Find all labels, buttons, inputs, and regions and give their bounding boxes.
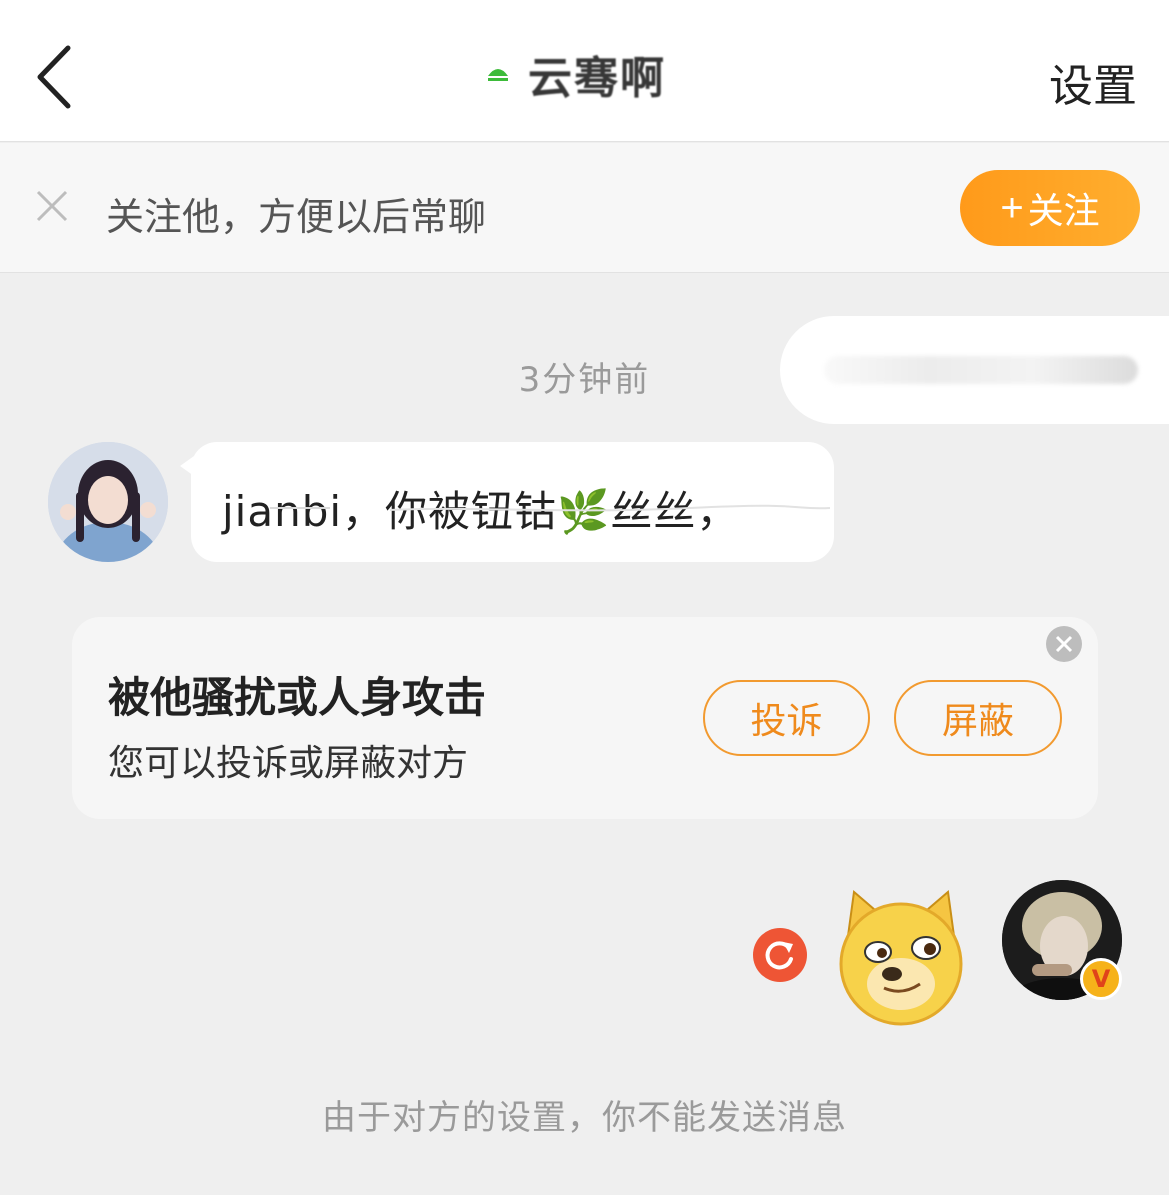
- close-card-button[interactable]: [1046, 626, 1082, 662]
- follow-button-label: 关注: [1027, 190, 1100, 231]
- chevron-left-icon: [37, 45, 71, 109]
- online-status-icon: [488, 69, 508, 81]
- follow-prompt: 关注他，方便以后常聊: [106, 195, 487, 239]
- card-subtitle: 您可以投诉或屏蔽对方: [108, 743, 469, 784]
- back-button[interactable]: [30, 42, 80, 112]
- block-button[interactable]: 屏蔽: [894, 680, 1062, 756]
- plus-icon: +: [1000, 185, 1024, 230]
- contact-name: 云骞啊: [528, 53, 666, 104]
- chat-page: 云骞啊 设置 关注他，方便以后常聊 + 关注 3分钟前 jianbi，你被钮钴🌿…: [0, 0, 1169, 1195]
- chat-title: 云骞啊: [484, 44, 666, 104]
- nav-header: 云骞啊 设置: [0, 0, 1169, 142]
- contact-avatar-image: [48, 442, 168, 562]
- follow-button[interactable]: + 关注: [960, 170, 1140, 246]
- report-button[interactable]: 投诉: [703, 680, 870, 756]
- close-icon[interactable]: [36, 190, 68, 222]
- retry-icon: [765, 941, 793, 970]
- redaction-scribble: [270, 504, 830, 512]
- message-timestamp: 3分钟前: [518, 360, 651, 400]
- resend-button[interactable]: [753, 928, 807, 982]
- card-title: 被他骚扰或人身攻击: [108, 673, 487, 722]
- settings-button[interactable]: 设置: [1049, 50, 1137, 114]
- doge-sticker-icon[interactable]: [834, 886, 968, 1026]
- close-icon: [1055, 635, 1073, 653]
- send-blocked-notice: 由于对方的设置，你不能发送消息: [322, 1098, 847, 1138]
- contact-avatar[interactable]: [48, 442, 168, 562]
- verified-badge-icon: V: [1080, 958, 1122, 1000]
